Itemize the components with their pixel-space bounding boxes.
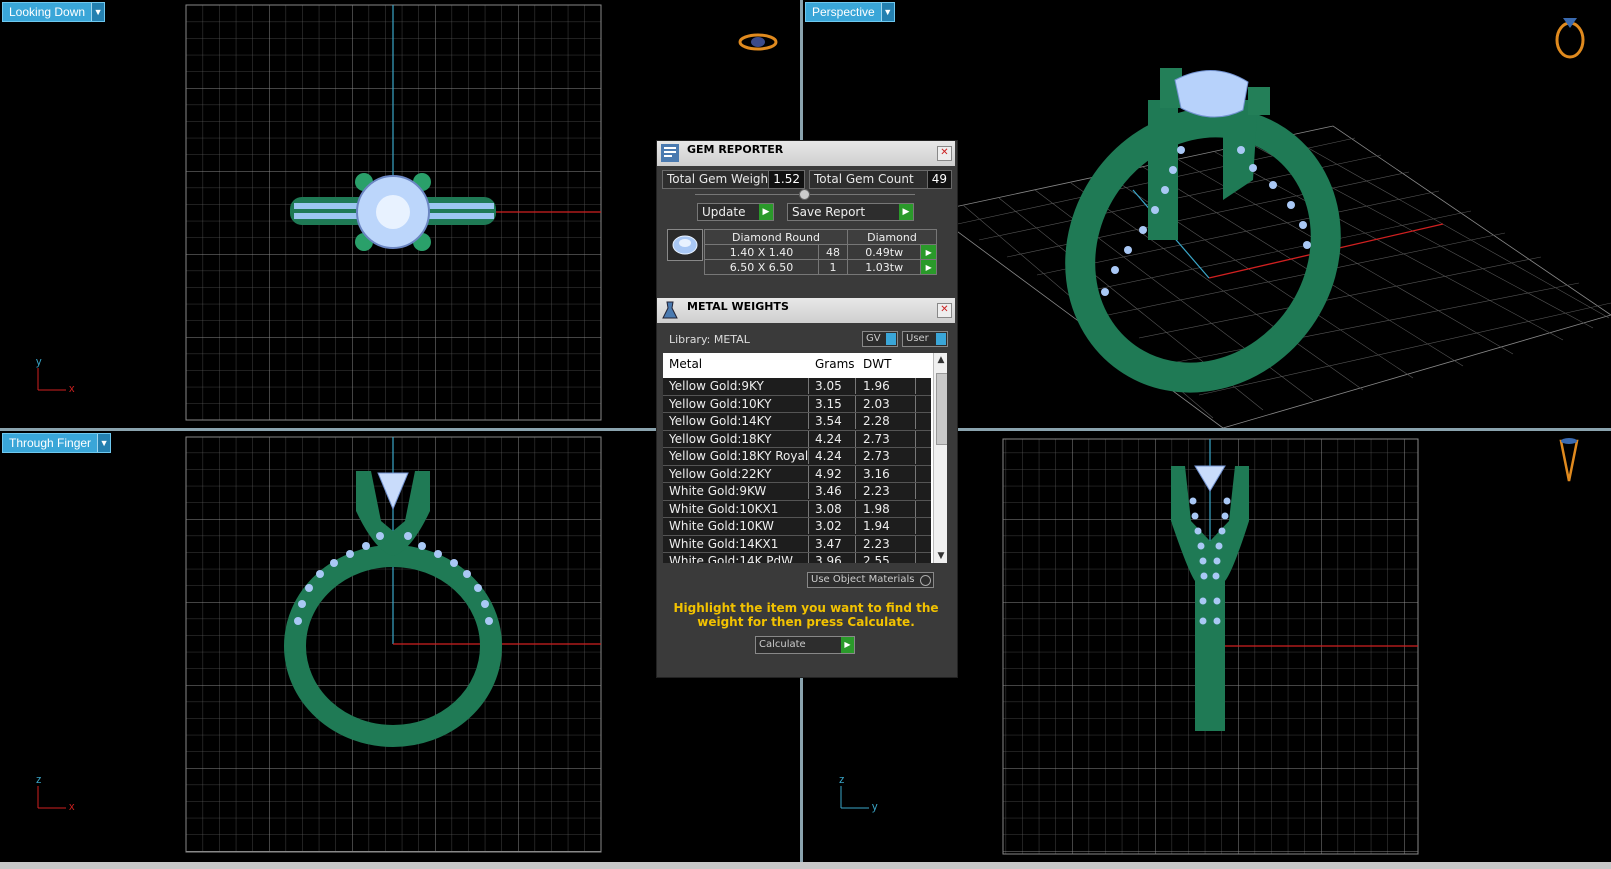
svg-text:z: z — [36, 774, 42, 786]
gem-table-row[interactable]: 1.40 X 1.40 48 0.49tw ▶ — [704, 244, 937, 260]
metal-row[interactable]: White Gold:9KW 3.46 2.23 — [663, 483, 931, 501]
column-header-grams[interactable]: Grams — [815, 357, 855, 371]
round-diamond-icon — [672, 235, 698, 255]
gem-reporter-panel: GEM REPORTER ✕ Total Gem Weight 1.52 Tot… — [656, 140, 958, 678]
play-arrow-icon: ▶ — [759, 204, 773, 220]
gem-table-header-shape: Diamond Round — [704, 229, 848, 245]
use-object-materials-checkbox[interactable]: Use Object Materials — [807, 572, 934, 588]
svg-text:y: y — [36, 356, 42, 368]
axis-indicator-br: z y — [839, 774, 878, 813]
viewport-label-perspective[interactable]: Perspective ▼ — [805, 2, 895, 22]
calculate-button[interactable]: Calculate ▶ — [755, 636, 855, 654]
gem-reporter-title: GEM REPORTER — [687, 143, 784, 156]
metal-list[interactable]: Metal Grams DWT Yellow Gold:9KY 3.05 1.96 Y… — [663, 353, 947, 563]
total-gem-count-field: Total Gem Count 49 — [809, 170, 952, 189]
metal-row[interactable]: White Gold:14KX1 3.47 2.23 — [663, 535, 931, 553]
metal-row[interactable]: Yellow Gold:18KY 4.24 2.73 — [663, 430, 931, 448]
metal-list-scrollbar[interactable]: ▲ ▼ — [933, 353, 947, 563]
view-gizmo-ring-icon[interactable] — [1559, 438, 1579, 482]
instruction-text: Highlight the item you want to find the … — [673, 601, 939, 629]
column-header-dwt[interactable]: DWT — [863, 357, 891, 371]
gem-table-header-material: Diamond — [847, 229, 937, 245]
metal-row[interactable]: White Gold:10KX1 3.08 1.98 — [663, 500, 931, 518]
metal-row[interactable]: Yellow Gold:14KY 3.54 2.28 — [663, 413, 931, 431]
gv-toggle[interactable]: GV — [862, 331, 898, 347]
svg-text:y: y — [872, 801, 878, 813]
metal-row[interactable]: Yellow Gold:9KY 3.05 1.96 — [663, 378, 931, 396]
viewport-label-through-finger[interactable]: Through Finger ▼ — [2, 433, 112, 453]
svg-text:x: x — [69, 801, 75, 813]
play-arrow-icon[interactable]: ▶ — [920, 244, 937, 260]
update-button[interactable]: Update ▶ — [697, 203, 774, 221]
metal-flask-icon — [662, 301, 678, 319]
splitter-knob-icon[interactable] — [799, 189, 810, 200]
scroll-down-icon[interactable]: ▼ — [934, 549, 947, 563]
ring-perspective-view — [1065, 68, 1341, 393]
gem-table-row[interactable]: 6.50 X 6.50 1 1.03tw ▶ — [704, 259, 937, 275]
close-icon[interactable]: ✕ — [937, 146, 952, 161]
axis-indicator-bl: z x — [36, 774, 75, 813]
checkbox-icon — [920, 575, 931, 586]
viewport-label-looking-down[interactable]: Looking Down ▼ — [2, 2, 106, 22]
play-arrow-icon: ▶ — [841, 637, 854, 653]
metal-weights-title: METAL WEIGHTS — [687, 300, 789, 313]
metal-row[interactable]: Yellow Gold:18KY Royal 4.24 2.73 — [663, 448, 931, 466]
view-gizmo-ring-icon[interactable] — [1555, 18, 1585, 59]
view-gizmo-ring-icon[interactable] — [738, 33, 778, 51]
scroll-thumb[interactable] — [936, 373, 947, 445]
dropdown-arrow-icon[interactable]: ▼ — [97, 434, 111, 452]
info-icon — [936, 333, 946, 345]
metal-row[interactable]: White Gold:14K PdW 3.96 2.55 — [663, 553, 931, 563]
gem-table: Diamond Round Diamond 1.40 X 1.40 48 0.4… — [704, 229, 937, 275]
metal-weights-titlebar[interactable]: METAL WEIGHTS ✕ — [657, 298, 955, 323]
gem-report-icon — [661, 144, 679, 162]
scroll-up-icon[interactable]: ▲ — [934, 353, 947, 367]
metal-rows: Yellow Gold:9KY 3.05 1.96 Yellow Gold:10KY 3… — [663, 378, 931, 563]
dropdown-arrow-icon[interactable]: ▼ — [880, 3, 894, 21]
user-toggle[interactable]: User — [902, 331, 948, 347]
play-arrow-icon[interactable]: ▶ — [920, 259, 937, 275]
library-label: Library: METAL — [669, 333, 750, 346]
info-icon — [886, 333, 896, 345]
status-bar — [0, 862, 1611, 869]
gem-thumbnail — [667, 229, 703, 261]
metal-row[interactable]: Yellow Gold:22KY 4.92 3.16 — [663, 465, 931, 483]
metal-list-header: Metal Grams DWT — [663, 353, 931, 375]
close-icon[interactable]: ✕ — [937, 303, 952, 318]
axis-indicator-tl: y x — [36, 356, 75, 395]
dropdown-arrow-icon[interactable]: ▼ — [91, 3, 105, 21]
metal-row[interactable]: Yellow Gold:10KY 3.15 2.03 — [663, 395, 931, 413]
svg-text:x: x — [69, 383, 75, 395]
save-report-button[interactable]: Save Report ▶ — [787, 203, 914, 221]
play-arrow-icon: ▶ — [899, 204, 913, 220]
gem-reporter-titlebar[interactable]: GEM REPORTER ✕ — [657, 141, 955, 166]
total-gem-weight-field: Total Gem Weight 1.52 — [662, 170, 805, 189]
svg-text:z: z — [839, 774, 845, 786]
column-header-metal[interactable]: Metal — [669, 357, 702, 371]
metal-row[interactable]: White Gold:10KW 3.02 1.94 — [663, 518, 931, 536]
